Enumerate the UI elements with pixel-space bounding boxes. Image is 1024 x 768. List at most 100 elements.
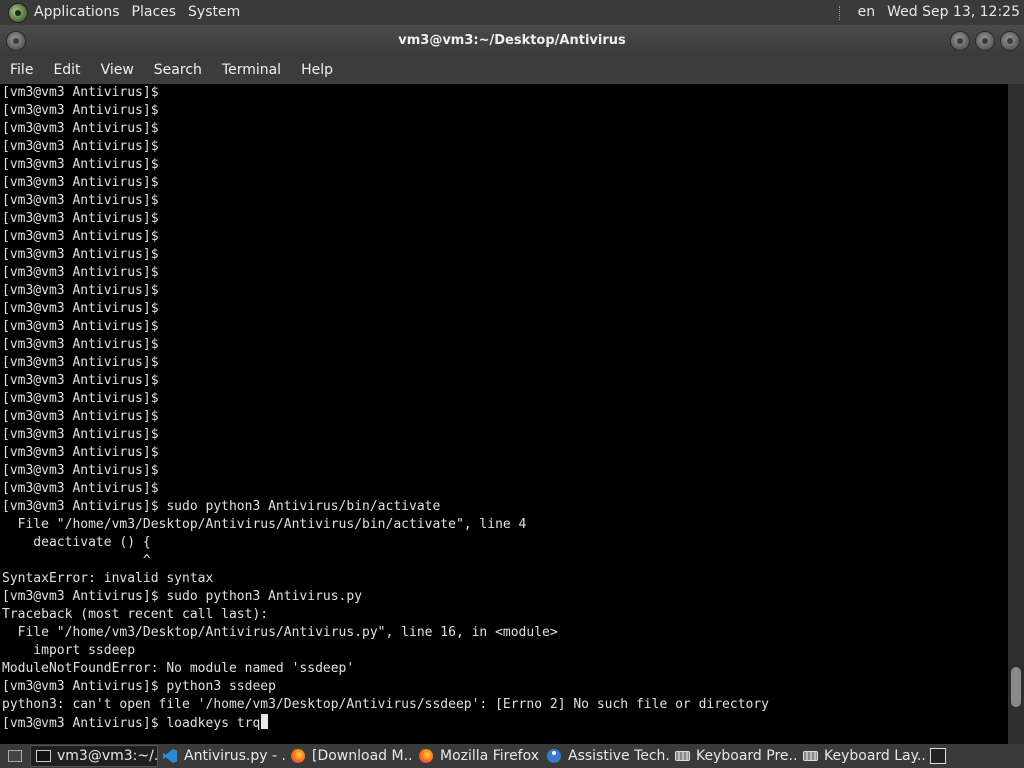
terminal-line: SyntaxError: invalid syntax xyxy=(2,570,1008,588)
clock[interactable]: Wed Sep 13, 12:25 xyxy=(881,0,1024,25)
terminal-line: ^ xyxy=(2,552,1008,570)
desktop-icon xyxy=(7,749,23,763)
taskbar-item-keyboard-prefs[interactable]: Keyboard Pre... xyxy=(670,745,798,767)
terminal-line: Traceback (most recent call last): xyxy=(2,606,1008,624)
terminal-line: [vm3@vm3 Antivirus]$ xyxy=(2,282,1008,300)
terminal-line-text: [vm3@vm3 Antivirus]$ xyxy=(2,139,159,154)
terminal-menu-bar: File Edit View Search Terminal Help xyxy=(0,56,1024,84)
taskbar-item-firefox[interactable]: Mozilla Firefox xyxy=(414,745,542,767)
show-desktop-button[interactable] xyxy=(0,745,30,767)
menu-view[interactable]: View xyxy=(91,56,144,84)
taskbar-item-label: Antivirus.py - ... xyxy=(184,748,286,764)
terminal-line: File "/home/vm3/Desktop/Antivirus/Antivi… xyxy=(2,624,1008,642)
terminal-line: [vm3@vm3 Antivirus]$ xyxy=(2,156,1008,174)
terminal-line: [vm3@vm3 Antivirus]$ xyxy=(2,372,1008,390)
panel-separator xyxy=(838,5,842,20)
terminal-line-text: [vm3@vm3 Antivirus]$ xyxy=(2,85,159,100)
terminal-line: [vm3@vm3 Antivirus]$ xyxy=(2,390,1008,408)
scrollbar-thumb[interactable] xyxy=(1011,667,1021,707)
terminal-line-text: [vm3@vm3 Antivirus]$ xyxy=(2,463,159,478)
taskbar-item-vscode[interactable]: Antivirus.py - ... xyxy=(158,745,286,767)
terminal-line-text: Traceback (most recent call last): xyxy=(2,607,269,622)
gnome-foot-icon[interactable] xyxy=(8,2,28,23)
menu-help[interactable]: Help xyxy=(291,56,343,84)
terminal-line-text: [vm3@vm3 Antivirus]$ xyxy=(2,373,159,388)
terminal-line: [vm3@vm3 Antivirus]$ xyxy=(2,174,1008,192)
taskbar-item-label: [Download M... xyxy=(312,748,414,764)
terminal-line: [vm3@vm3 Antivirus]$ xyxy=(2,480,1008,498)
terminal-line-text: SyntaxError: invalid syntax xyxy=(2,571,214,586)
terminal-line: [vm3@vm3 Antivirus]$ xyxy=(2,408,1008,426)
workspace-switcher[interactable] xyxy=(926,745,952,767)
terminal-line: [vm3@vm3 Antivirus]$ xyxy=(2,102,1008,120)
taskbar-item-label: Mozilla Firefox xyxy=(440,748,540,764)
terminal-line-text: [vm3@vm3 Antivirus]$ xyxy=(2,355,159,370)
terminal-line-text: [vm3@vm3 Antivirus]$ xyxy=(2,157,159,172)
keyboard-icon xyxy=(674,749,690,763)
places-menu[interactable]: Places xyxy=(126,0,183,25)
terminal-line-text: [vm3@vm3 Antivirus]$ xyxy=(2,211,159,226)
taskbar-item-label: Assistive Tech... xyxy=(568,748,670,764)
terminal-line-text: [vm3@vm3 Antivirus]$ xyxy=(2,247,159,262)
terminal-line-text: [vm3@vm3 Antivirus]$ loadkeys trq xyxy=(2,716,261,731)
window-title: vm3@vm3:~/Desktop/Antivirus xyxy=(398,33,626,48)
taskbar-item-download[interactable]: [Download M... xyxy=(286,745,414,767)
terminal-line: [vm3@vm3 Antivirus]$ sudo python3 Antivi… xyxy=(2,498,1008,516)
taskbar-item-terminal[interactable]: vm3@vm3:~/... xyxy=(30,745,158,767)
terminal-icon xyxy=(35,749,51,763)
menu-file[interactable]: File xyxy=(0,56,43,84)
accessibility-icon xyxy=(546,749,562,763)
terminal-output[interactable]: [vm3@vm3 Antivirus]$ [vm3@vm3 Antivirus]$… xyxy=(0,84,1008,744)
vscode-icon xyxy=(162,749,178,763)
terminal-line-text: [vm3@vm3 Antivirus]$ xyxy=(2,445,159,460)
bottom-taskbar: vm3@vm3:~/... Antivirus.py - ... [Downlo… xyxy=(0,744,1024,768)
close-button[interactable] xyxy=(1000,31,1020,51)
menu-terminal[interactable]: Terminal xyxy=(212,56,291,84)
terminal-line: [vm3@vm3 Antivirus]$ xyxy=(2,210,1008,228)
terminal-line-text: [vm3@vm3 Antivirus]$ xyxy=(2,409,159,424)
terminal-line: [vm3@vm3 Antivirus]$ loadkeys trq xyxy=(2,714,1008,732)
keyboard-language-indicator[interactable]: en xyxy=(852,0,882,25)
panel-menu: Applications Places System xyxy=(0,0,246,25)
applications-menu[interactable]: Applications xyxy=(28,0,126,25)
taskbar-item-keyboard-layout[interactable]: Keyboard Lay... xyxy=(798,745,926,767)
terminal-line: [vm3@vm3 Antivirus]$ xyxy=(2,192,1008,210)
terminal-line-text: [vm3@vm3 Antivirus]$ xyxy=(2,265,159,280)
system-menu[interactable]: System xyxy=(182,0,246,25)
menu-edit[interactable]: Edit xyxy=(43,56,90,84)
terminal-line: [vm3@vm3 Antivirus]$ xyxy=(2,138,1008,156)
terminal-line: [vm3@vm3 Antivirus]$ xyxy=(2,264,1008,282)
keyboard-icon xyxy=(802,749,818,763)
terminal-line: import ssdeep xyxy=(2,642,1008,660)
terminal-line-text: [vm3@vm3 Antivirus]$ xyxy=(2,481,159,496)
terminal-line: [vm3@vm3 Antivirus]$ xyxy=(2,300,1008,318)
terminal-scrollbar[interactable] xyxy=(1008,84,1024,744)
terminal-line-text: deactivate () { xyxy=(2,535,151,550)
terminal-line: [vm3@vm3 Antivirus]$ xyxy=(2,84,1008,102)
terminal-line-text: File "/home/vm3/Desktop/Antivirus/Antivi… xyxy=(2,625,558,640)
menu-search[interactable]: Search xyxy=(144,56,212,84)
terminal-line: deactivate () { xyxy=(2,534,1008,552)
terminal-line-text: [vm3@vm3 Antivirus]$ sudo python3 Antivi… xyxy=(2,589,363,604)
terminal-line-text: [vm3@vm3 Antivirus]$ xyxy=(2,283,159,298)
terminal-line-text: ModuleNotFoundError: No module named 'ss… xyxy=(2,661,355,676)
terminal-line-text: [vm3@vm3 Antivirus]$ xyxy=(2,391,159,406)
taskbar-item-assistive[interactable]: Assistive Tech... xyxy=(542,745,670,767)
taskbar-item-label: vm3@vm3:~/... xyxy=(57,748,158,764)
window-title-bar[interactable]: vm3@vm3:~/Desktop/Antivirus xyxy=(0,25,1024,56)
terminal-line: [vm3@vm3 Antivirus]$ sudo python3 Antivi… xyxy=(2,588,1008,606)
maximize-button[interactable] xyxy=(975,31,995,51)
minimize-button[interactable] xyxy=(950,31,970,51)
terminal-line-text: [vm3@vm3 Antivirus]$ xyxy=(2,427,159,442)
terminal-line: [vm3@vm3 Antivirus]$ xyxy=(2,246,1008,264)
terminal-line-text: [vm3@vm3 Antivirus]$ xyxy=(2,121,159,136)
terminal-line: [vm3@vm3 Antivirus]$ xyxy=(2,336,1008,354)
window-menu-button[interactable] xyxy=(6,31,26,51)
terminal-line: [vm3@vm3 Antivirus]$ xyxy=(2,354,1008,372)
terminal-line-text: python3: can't open file '/home/vm3/Desk… xyxy=(2,697,770,712)
text-cursor xyxy=(261,714,269,729)
terminal-line-text: [vm3@vm3 Antivirus]$ xyxy=(2,193,159,208)
panel-status-area: en Wed Sep 13, 12:25 xyxy=(838,0,1024,25)
top-panel: Applications Places System en Wed Sep 13… xyxy=(0,0,1024,25)
taskbar-item-label: Keyboard Lay... xyxy=(824,748,926,764)
